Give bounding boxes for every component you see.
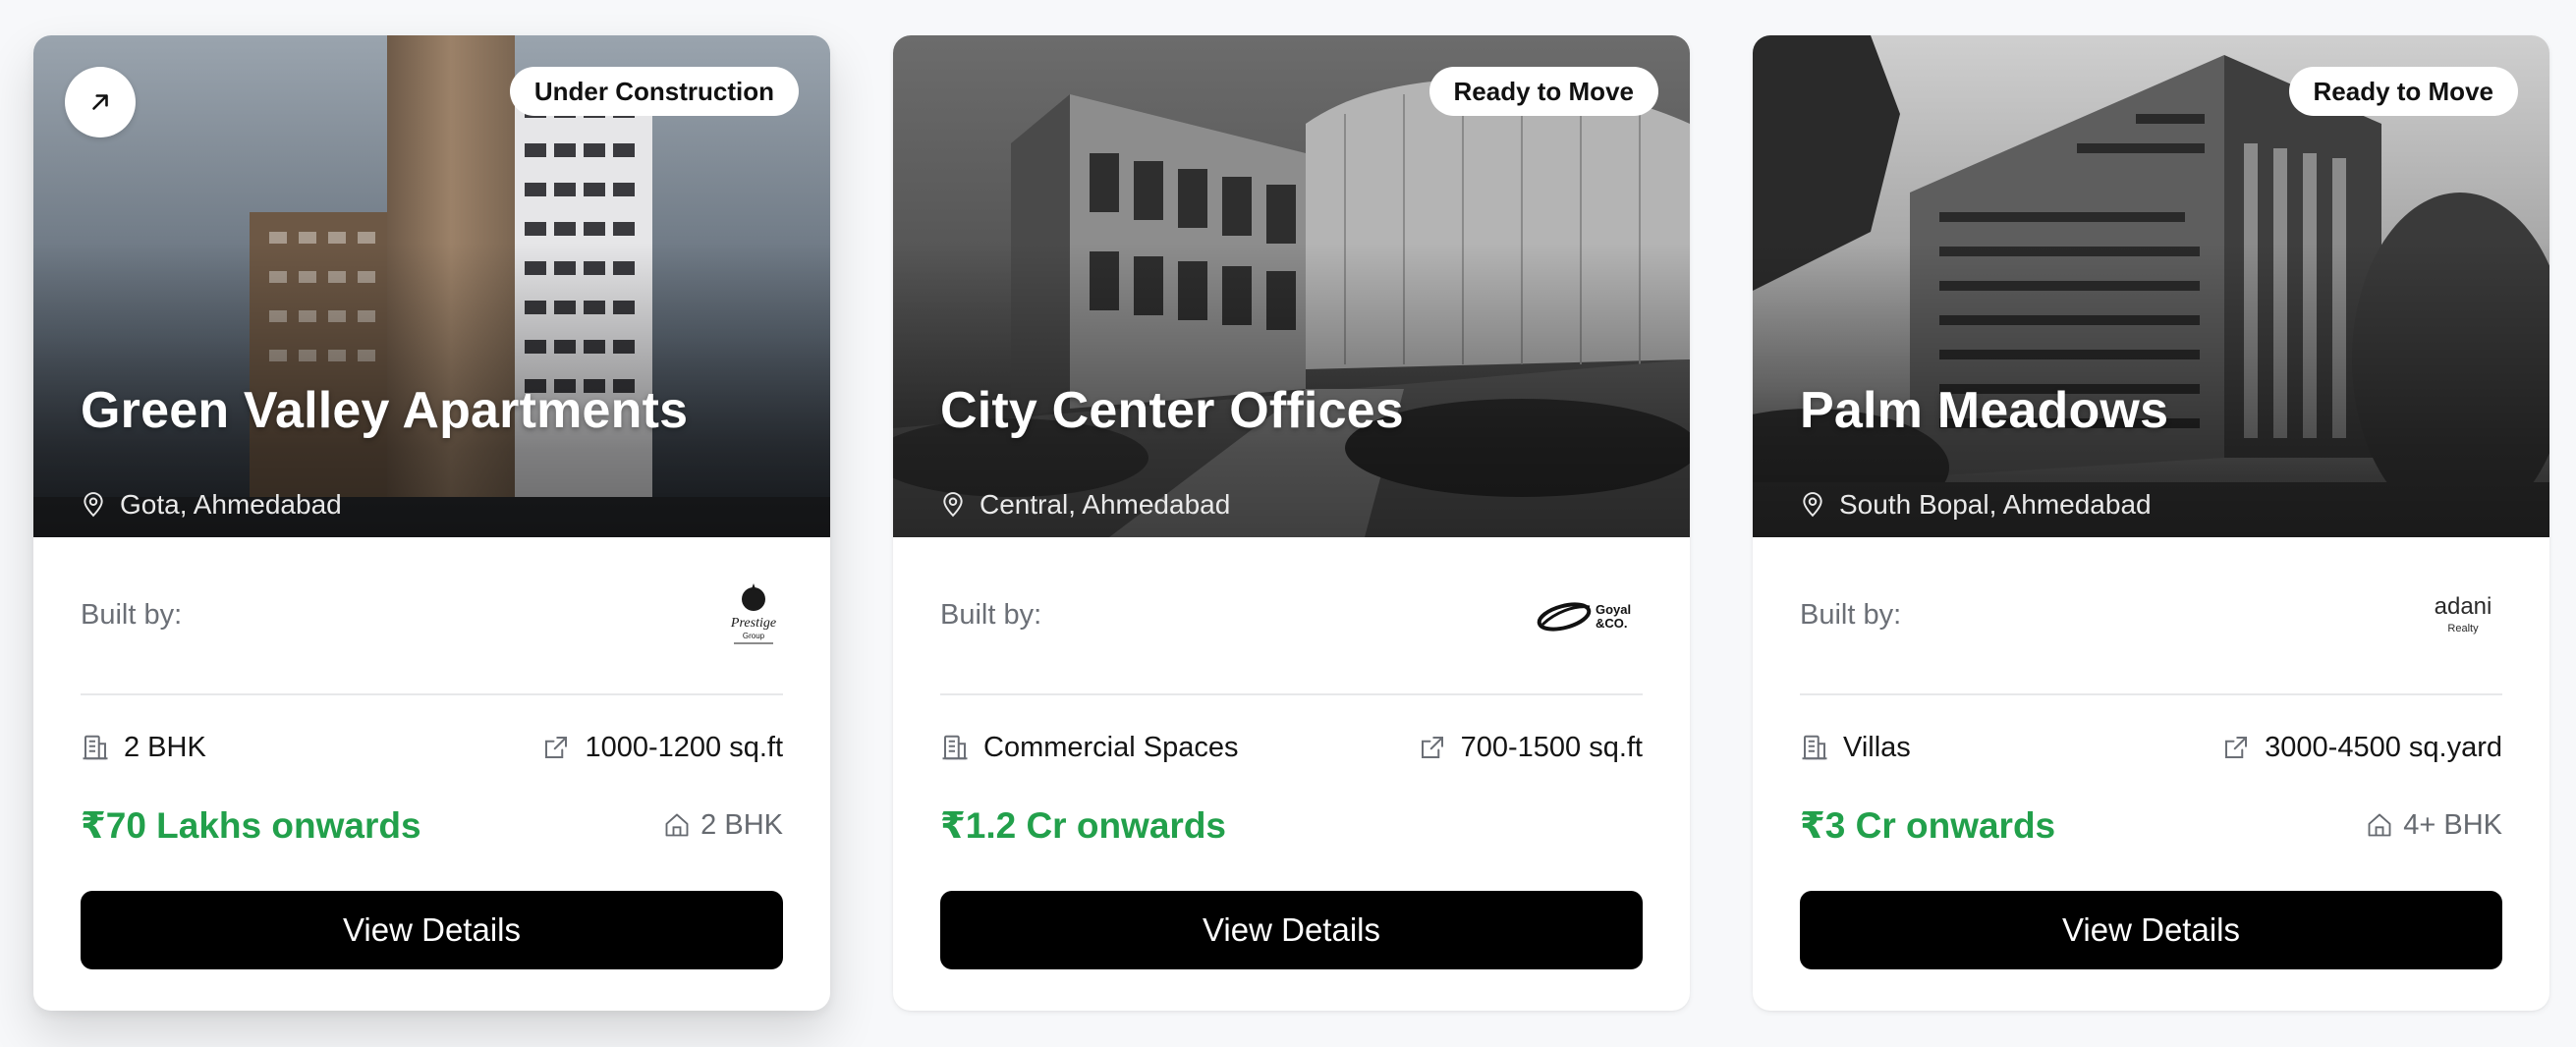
map-pin-icon xyxy=(84,492,103,518)
card-body: Built by: Prestige Group 2 BHK 1000-1200… xyxy=(33,537,830,969)
home-icon xyxy=(2368,813,2391,837)
property-image[interactable]: Under Construction Green Valley Apartmen… xyxy=(33,35,830,537)
price-text: ₹3 Cr onwards xyxy=(1800,804,2056,846)
location-text: South Bopal, Ahmedabad xyxy=(1839,489,2152,520)
map-pin-icon xyxy=(943,492,963,518)
spec-row: Villas 3000-4500 sq.yard xyxy=(1800,695,2502,799)
property-card[interactable]: Ready to Move Palm Meadows South Bopal, … xyxy=(1753,35,2549,1011)
status-badge: Under Construction xyxy=(509,67,799,116)
configuration: 2 BHK xyxy=(663,809,783,842)
configuration-text: 2 BHK xyxy=(700,808,783,841)
spec-row: 2 BHK 1000-1200 sq.ft xyxy=(81,695,783,799)
property-card[interactable]: Ready to Move City Center Offices Centra… xyxy=(893,35,1690,1011)
area-text: 700-1500 sq.ft xyxy=(1460,731,1643,763)
property-area: 3000-4500 sq.yard xyxy=(2221,732,2502,764)
home-icon xyxy=(665,813,689,837)
svg-text:Prestige: Prestige xyxy=(730,616,776,631)
property-location: Central, Ahmedabad xyxy=(940,489,1230,521)
view-details-button[interactable]: View Details xyxy=(940,891,1643,969)
spec-row: Commercial Spaces 700-1500 sq.ft xyxy=(940,695,1643,799)
property-title: Green Valley Apartments xyxy=(81,382,689,439)
building-icon xyxy=(1802,735,1827,760)
property-title: Palm Meadows xyxy=(1800,382,2169,439)
view-details-button[interactable]: View Details xyxy=(1800,891,2502,969)
goyal-and-co-logo: Goyal &CO. xyxy=(1535,581,1643,650)
svg-text:Goyal: Goyal xyxy=(1596,602,1631,617)
price-row: ₹70 Lakhs onwards 2 BHK xyxy=(81,799,783,851)
external-link-icon xyxy=(2225,737,2248,758)
property-location: South Bopal, Ahmedabad xyxy=(1800,489,2152,521)
builder-row: Built by: adani Realty xyxy=(1800,537,2502,695)
property-image[interactable]: Ready to Move Palm Meadows South Bopal, … xyxy=(1753,35,2549,537)
building-icon xyxy=(83,735,108,760)
property-type-text: Commercial Spaces xyxy=(983,731,1239,763)
property-location: Gota, Ahmedabad xyxy=(81,489,342,521)
property-type: Commercial Spaces xyxy=(940,732,1238,764)
card-body: Built by: adani Realty Villas 3000-4500 … xyxy=(1753,537,2549,969)
area-text: 3000-4500 sq.yard xyxy=(2265,731,2502,763)
status-badge: Ready to Move xyxy=(2288,67,2518,116)
card-body: Built by: Goyal &CO. Commercial Spaces 7… xyxy=(893,537,1690,969)
property-type: 2 BHK xyxy=(81,732,206,764)
builder-row: Built by: Goyal &CO. xyxy=(940,537,1643,695)
prestige-group-logo: Prestige Group xyxy=(675,581,783,650)
price-text: ₹70 Lakhs onwards xyxy=(81,804,421,846)
location-text: Gota, Ahmedabad xyxy=(120,489,342,520)
property-area: 700-1500 sq.ft xyxy=(1418,732,1643,764)
view-details-button[interactable]: View Details xyxy=(81,891,783,969)
built-by-label: Built by: xyxy=(940,599,1042,631)
price-text: ₹1.2 Cr onwards xyxy=(940,804,1226,846)
map-pin-icon xyxy=(1803,492,1822,518)
property-type: Villas xyxy=(1800,732,1911,764)
arrow-up-right-icon xyxy=(92,94,108,110)
svg-text:Realty: Realty xyxy=(2447,623,2479,634)
property-type-text: Villas xyxy=(1843,731,1911,763)
adani-realty-logo: adani Realty xyxy=(2394,581,2502,650)
built-by-label: Built by: xyxy=(1800,599,1902,631)
property-title: City Center Offices xyxy=(940,382,1404,439)
location-text: Central, Ahmedabad xyxy=(980,489,1231,520)
property-area: 1000-1200 sq.ft xyxy=(541,732,783,764)
external-link-icon xyxy=(1421,737,1443,758)
built-by-label: Built by: xyxy=(81,599,183,631)
svg-text:adani: adani xyxy=(2435,593,2492,620)
svg-text:Group: Group xyxy=(743,632,765,640)
configuration: 4+ BHK xyxy=(2366,809,2502,842)
builder-row: Built by: Prestige Group xyxy=(81,537,783,695)
price-row: ₹3 Cr onwards 4+ BHK xyxy=(1800,799,2502,851)
price-row: ₹1.2 Cr onwards xyxy=(940,799,1643,851)
open-property-button[interactable] xyxy=(65,67,136,138)
status-badge: Ready to Move xyxy=(1428,67,1658,116)
area-text: 1000-1200 sq.ft xyxy=(585,731,783,763)
property-card[interactable]: Under Construction Green Valley Apartmen… xyxy=(33,35,830,1011)
external-link-icon xyxy=(545,737,568,758)
building-icon xyxy=(942,735,968,760)
configuration-text: 4+ BHK xyxy=(2403,808,2502,841)
property-card-grid: Under Construction Green Valley Apartmen… xyxy=(33,35,2549,1011)
property-type-text: 2 BHK xyxy=(124,731,206,763)
svg-text:&CO.: &CO. xyxy=(1596,616,1628,631)
property-image[interactable]: Ready to Move City Center Offices Centra… xyxy=(893,35,1690,537)
